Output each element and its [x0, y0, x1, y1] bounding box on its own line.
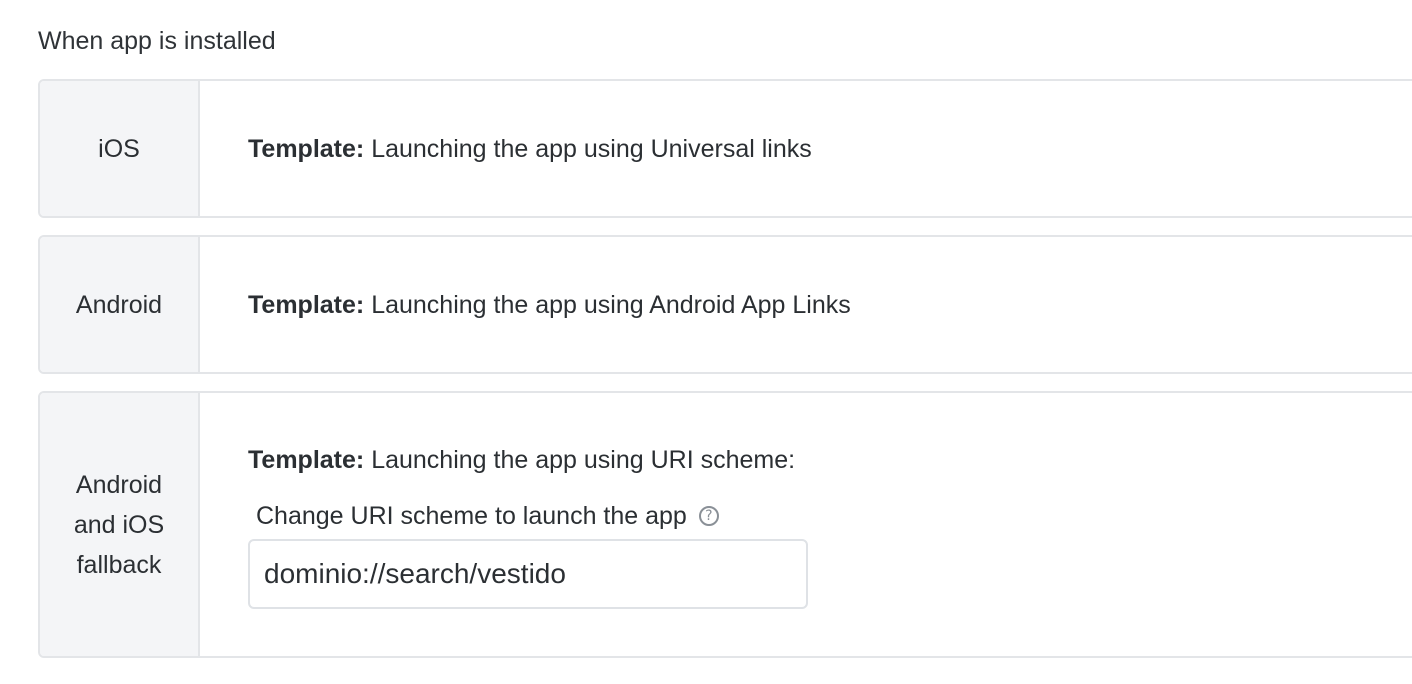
fallback-card: Android and iOS fallback Template: Launc… — [38, 391, 1412, 658]
template-text: Launching the app using URI scheme: — [371, 446, 796, 474]
platform-label-fallback: Android and iOS fallback — [40, 393, 200, 656]
template-text: Launching the app using Universal links — [371, 134, 812, 163]
platform-label-android: Android — [40, 237, 200, 372]
template-label: Template: — [248, 446, 365, 474]
template-line: Template: Launching the app using Univer… — [248, 132, 1412, 166]
ios-card: iOS Template: Launching the app using Un… — [38, 79, 1412, 218]
ios-template-content: Template: Launching the app using Univer… — [200, 81, 1412, 216]
help-icon[interactable]: ? — [698, 506, 719, 526]
template-text: Launching the app using Android App Link… — [371, 290, 851, 319]
template-line: Template: Launching the app using URI sc… — [248, 443, 1412, 477]
template-label: Template: — [248, 290, 365, 319]
platform-name: Android and iOS fallback — [73, 470, 165, 579]
template-label: Template: — [248, 134, 365, 163]
platform-label-ios: iOS — [40, 81, 200, 216]
template-line: Template: Launching the app using Androi… — [248, 288, 1412, 322]
uri-scheme-label: Change URI scheme to launch the app ? — [256, 499, 1412, 533]
fallback-template-content: Template: Launching the app using URI sc… — [200, 393, 1412, 656]
section-title: When app is installed — [38, 27, 276, 55]
uri-scheme-label-text: Change URI scheme to launch the app — [256, 502, 687, 530]
platform-name: iOS — [98, 134, 140, 163]
platform-name: Android — [75, 290, 163, 319]
android-card: Android Template: Launching the app usin… — [38, 235, 1412, 374]
uri-scheme-input[interactable] — [248, 539, 808, 609]
android-template-content: Template: Launching the app using Androi… — [200, 237, 1412, 372]
